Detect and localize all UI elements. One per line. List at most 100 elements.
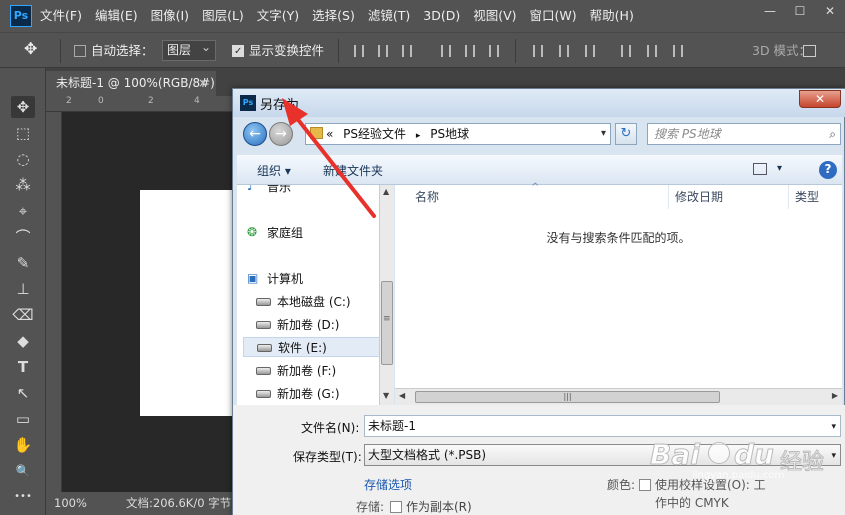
nav-scrollbar[interactable]: ▲ ≡ ▼: [379, 185, 394, 405]
dialog-close-button[interactable]: ✕: [799, 90, 841, 108]
address-bar[interactable]: « PS经验文件 ▸ PS地球 ▾: [305, 123, 611, 145]
pencil-tool-icon[interactable]: ✎: [11, 252, 35, 274]
back-button[interactable]: ←: [243, 122, 267, 146]
nav-item-drive-g[interactable]: 新加卷 (G:): [253, 384, 377, 404]
nav-item-drive-f[interactable]: 新加卷 (F:): [253, 361, 377, 381]
brush-tool-icon[interactable]: ⌒: [11, 226, 35, 248]
close-tab-icon[interactable]: ×: [198, 71, 208, 96]
marquee-tool-icon[interactable]: ⬚: [11, 122, 35, 144]
view-dropdown-icon[interactable]: ▾: [777, 163, 782, 174]
move-tool-icon[interactable]: ✥: [24, 40, 37, 57]
rectangle-tool-icon[interactable]: ▭: [11, 408, 35, 430]
eyedropper-tool-icon[interactable]: ⌖: [11, 200, 35, 222]
align-left-icon[interactable]: [441, 45, 451, 57]
lasso-tool-icon[interactable]: ◌: [11, 148, 35, 170]
filename-input[interactable]: 未标题-1 ▾: [364, 415, 841, 437]
breadcrumb-ps-files[interactable]: PS经验文件: [343, 127, 406, 141]
show-transform-label: 显示变换控件: [249, 43, 325, 58]
align-right-icon[interactable]: [489, 45, 499, 57]
menu-type[interactable]: 文字(Y): [257, 0, 299, 32]
move-tool-icon[interactable]: ✥: [11, 96, 35, 118]
search-placeholder: 搜索 PS地球: [654, 127, 721, 141]
menu-edit[interactable]: 编辑(E): [95, 0, 138, 32]
address-dropdown-icon[interactable]: ▾: [601, 124, 606, 144]
menu-window[interactable]: 窗口(W): [530, 0, 577, 32]
menu-image[interactable]: 图像(I): [151, 0, 189, 32]
stamp-tool-icon[interactable]: ⊥: [11, 278, 35, 300]
menu-select[interactable]: 选择(S): [312, 0, 355, 32]
search-icon[interactable]: ⌕: [829, 124, 836, 144]
auto-select-checkbox[interactable]: 自动选择：: [74, 42, 154, 59]
nav-item-homegroup[interactable]: ❂ 家庭组: [243, 223, 377, 243]
refresh-button[interactable]: ↻: [615, 123, 637, 145]
quick-select-tool-icon[interactable]: ⁂: [11, 174, 35, 196]
menu-3d[interactable]: 3D(D): [423, 0, 460, 32]
hand-tool-icon[interactable]: ✋: [11, 434, 35, 456]
menu-layer[interactable]: 图层(L): [202, 0, 244, 32]
breadcrumb-separator-icon[interactable]: ▸: [416, 131, 421, 141]
nav-item-music[interactable]: ♪ 音乐: [243, 185, 377, 197]
document-tab-title: 未标题-1 @ 100%(RGB/8#): [56, 76, 215, 90]
document-tab[interactable]: 未标题-1 @ 100%(RGB/8#) ×: [46, 71, 216, 96]
zoom-level[interactable]: 100%: [54, 492, 87, 515]
save-options-link[interactable]: 存储选项: [364, 476, 412, 493]
dialog-title-bar[interactable]: Ps 另存为 ✕: [233, 89, 845, 117]
scroll-left-icon[interactable]: ◀: [399, 391, 405, 400]
column-header-type[interactable]: 类型: [789, 185, 842, 209]
new-folder-button[interactable]: 新建文件夹: [323, 162, 383, 179]
document-canvas[interactable]: [140, 190, 240, 416]
scrollbar-thumb[interactable]: |||: [415, 391, 720, 403]
as-copy-checkbox[interactable]: 作为副本(R): [390, 498, 472, 515]
scrollbar-thumb[interactable]: ≡: [381, 281, 393, 365]
as-copy-label: 作为副本(R): [406, 500, 472, 514]
color-label: 颜色:: [607, 478, 636, 492]
path-select-tool-icon[interactable]: ↖: [11, 382, 35, 404]
menu-file[interactable]: 文件(F): [40, 0, 82, 32]
nav-item-drive-d[interactable]: 新加卷 (D:): [253, 315, 377, 335]
scroll-right-icon[interactable]: ▶: [832, 391, 838, 400]
fill-tool-icon[interactable]: ◆: [11, 330, 35, 352]
maximize-button[interactable]: ☐: [785, 0, 815, 22]
align-vcenter-icon[interactable]: [378, 45, 388, 57]
forward-button[interactable]: →: [269, 122, 293, 146]
close-window-button[interactable]: ✕: [815, 0, 845, 22]
help-icon[interactable]: ?: [819, 161, 837, 179]
filename-dropdown-icon[interactable]: ▾: [831, 417, 836, 437]
distribute-bottom-icon[interactable]: [585, 45, 595, 57]
auto-select-dropdown[interactable]: 图层: [162, 38, 216, 61]
file-list-pane[interactable]: 名称 ^ 修改日期 类型 没有与搜索条件匹配的项。: [395, 182, 842, 388]
scroll-grip-icon: ≡: [383, 314, 391, 324]
text-tool-icon[interactable]: T: [11, 356, 35, 378]
zoom-tool-icon[interactable]: 🔍: [11, 460, 35, 482]
3d-mode-icon[interactable]: [803, 45, 816, 57]
nav-item-drive-c[interactable]: 本地磁盘 (C:): [253, 292, 377, 312]
scroll-up-icon[interactable]: ▲: [383, 187, 389, 196]
column-header-name[interactable]: 名称 ^: [409, 182, 669, 209]
align-top-icon[interactable]: [354, 45, 364, 57]
distribute-vcenter-icon[interactable]: [559, 45, 569, 57]
scroll-down-icon[interactable]: ▼: [383, 391, 389, 400]
column-header-modified[interactable]: 修改日期: [669, 185, 789, 209]
distribute-top-icon[interactable]: [533, 45, 543, 57]
align-bottom-icon[interactable]: [402, 45, 412, 57]
menu-filter[interactable]: 滤镜(T): [368, 0, 410, 32]
view-options-icon[interactable]: [753, 163, 767, 175]
more-tools-icon[interactable]: •••: [11, 486, 35, 508]
eraser-tool-icon[interactable]: ⌫: [11, 304, 35, 326]
minimize-button[interactable]: —: [755, 0, 785, 22]
menu-view[interactable]: 视图(V): [473, 0, 516, 32]
show-transform-checkbox[interactable]: 显示变换控件: [232, 42, 325, 60]
file-list-hscrollbar[interactable]: ◀ ||| ▶: [395, 388, 842, 405]
nav-item-computer[interactable]: ▣ 计算机: [243, 269, 377, 289]
address-overflow-icon[interactable]: «: [326, 127, 333, 141]
distribute-left-icon[interactable]: [621, 45, 631, 57]
distribute-right-icon[interactable]: [673, 45, 683, 57]
distribute-hcenter-icon[interactable]: [647, 45, 657, 57]
computer-icon: ▣: [247, 271, 259, 285]
organize-button[interactable]: 组织 ▾: [257, 162, 291, 179]
breadcrumb-ps-earth[interactable]: PS地球: [430, 127, 469, 141]
nav-item-drive-e[interactable]: 软件 (E:): [243, 337, 381, 357]
search-input[interactable]: 搜索 PS地球 ⌕: [647, 123, 841, 145]
menu-help[interactable]: 帮助(H): [590, 0, 634, 32]
align-hcenter-icon[interactable]: [465, 45, 475, 57]
